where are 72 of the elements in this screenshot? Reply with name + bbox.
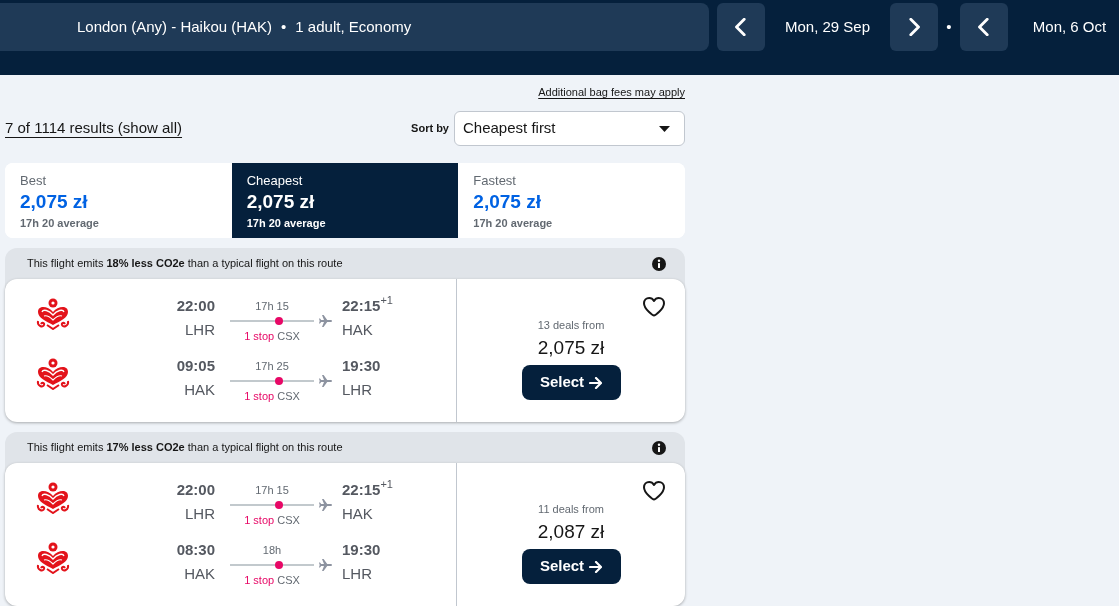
previous-date-button[interactable]: [960, 3, 1008, 51]
arrive-airport: LHR: [342, 380, 372, 400]
separator-dot: •: [281, 16, 287, 37]
duration-text: 18h: [262, 543, 282, 557]
price-text: 2,087 zł: [537, 520, 605, 544]
info-icon[interactable]: [652, 256, 666, 271]
stop-dot-icon: [275, 377, 283, 385]
arrive-airport: HAK: [342, 504, 373, 524]
stop-info: 1 stop CSX: [244, 513, 300, 527]
arrive-time: 22:15: [342, 481, 381, 500]
day-offset-text: +1: [380, 478, 393, 490]
outbound-date[interactable]: Mon, 29 Sep: [784, 15, 871, 39]
arrive-airport: HAK: [342, 320, 373, 340]
caret-down-icon: [659, 125, 670, 132]
chevron-left-icon: [977, 18, 991, 36]
price-text: 2,075 zł: [537, 336, 605, 360]
depart-time: 22:00: [176, 296, 215, 316]
airline-logo-icon: [35, 358, 71, 390]
stop-info: 1 stop CSX: [244, 329, 300, 343]
depart-airport: HAK: [184, 380, 215, 400]
airline-logo-icon: [35, 482, 71, 514]
sort-value: Cheapest first: [463, 118, 556, 139]
route-text: London (Any) - Haikou (HAK): [77, 16, 273, 37]
deals-count-text: 11 deals from: [538, 502, 604, 516]
deals-count-text: 13 deals from: [537, 318, 605, 332]
stop-dot-icon: [275, 561, 283, 569]
bag-fees-link[interactable]: Additional bag fees may apply: [538, 85, 685, 99]
depart-time: 09:05: [176, 356, 215, 376]
sort-label: Sort by: [411, 121, 449, 137]
depart-airport: LHR: [185, 504, 215, 524]
separator-dot: •: [946, 16, 952, 37]
airline-logo-icon: [35, 542, 71, 574]
duration-text: 17h 15: [255, 299, 289, 313]
arrive-time: 19:30: [342, 356, 381, 376]
plane-icon: [319, 375, 332, 387]
heart-icon[interactable]: [643, 481, 665, 501]
emissions-note: This flight emits 18% less CO2e than a typical flight on this route: [27, 256, 343, 272]
depart-time: 22:00: [176, 480, 215, 500]
arrive-airport: LHR: [342, 564, 372, 584]
info-icon[interactable]: [652, 440, 666, 455]
day-offset-text: +1: [380, 294, 393, 306]
depart-time: 08:30: [176, 540, 215, 560]
search-summary-bar[interactable]: London (Any) - Haikou (HAK) • 1 adult, Economy: [0, 3, 709, 51]
depart-airport: LHR: [185, 320, 215, 340]
arrow-right-icon: [589, 376, 603, 389]
plane-icon: [319, 559, 332, 571]
airline-logo-icon: [35, 298, 71, 330]
plane-icon: [319, 499, 332, 511]
next-date-button[interactable]: [890, 3, 938, 51]
select-button[interactable]: Select: [521, 365, 621, 400]
arrive-time: 19:30: [342, 540, 381, 560]
stop-info: 1 stop CSX: [244, 389, 300, 403]
arrow-right-icon: [589, 560, 603, 573]
chevron-left-icon: [734, 18, 748, 36]
duration-text: 17h 25: [255, 359, 289, 373]
plane-icon: [319, 315, 332, 327]
previous-date-button[interactable]: [717, 3, 765, 51]
sort-dropdown[interactable]: Cheapest first: [454, 111, 685, 146]
chevron-right-icon: [907, 18, 921, 36]
depart-airport: HAK: [184, 564, 215, 584]
stop-info: 1 stop CSX: [244, 573, 300, 587]
arrive-time: 22:15: [342, 297, 381, 316]
select-button[interactable]: Select: [521, 549, 621, 584]
stop-dot-icon: [275, 501, 283, 509]
heart-icon[interactable]: [643, 297, 665, 317]
stop-dot-icon: [275, 317, 283, 325]
duration-text: 17h 15: [255, 483, 289, 497]
travellers-text: 1 adult, Economy: [295, 16, 412, 37]
results-count-link[interactable]: 7 of 1114 results (show all): [5, 117, 183, 140]
return-date[interactable]: Mon, 6 Oct: [1032, 15, 1107, 39]
emissions-note: This flight emits 17% less CO2e than a typical flight on this route: [27, 440, 343, 456]
sort-tab[interactable]: Cheapest 2,075 zł 17h 20 average: [231, 163, 459, 238]
